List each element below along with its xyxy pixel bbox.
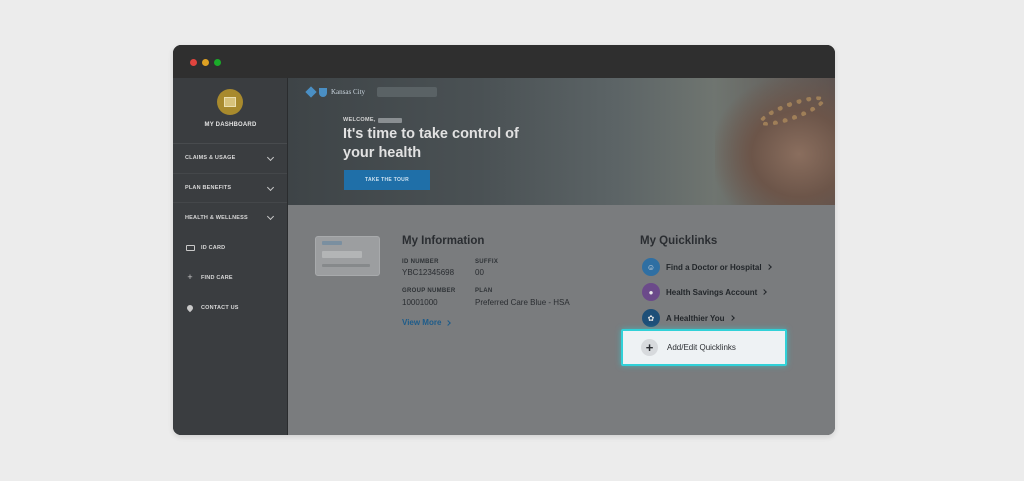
chevron-right-icon: [765, 264, 772, 270]
close-window-button[interactable]: [190, 59, 197, 66]
quicklink-find-doctor[interactable]: ☺ Find a Doctor or Hospital: [642, 258, 772, 276]
sidebar-item-find-care[interactable]: + FIND CARE: [173, 263, 287, 293]
sidebar-item-contact-us[interactable]: CONTACT US: [173, 293, 287, 323]
brand-logo[interactable]: Kansas City: [305, 86, 438, 98]
chevron-down-icon: [266, 183, 275, 191]
my-quicklinks-title: My Quicklinks: [640, 235, 718, 247]
maximize-window-button[interactable]: [214, 59, 221, 66]
plan-label: PLAN: [475, 288, 493, 294]
minimize-window-button[interactable]: [202, 59, 209, 66]
view-more-label: View More: [402, 318, 442, 327]
quicklink-label-wrap: Find a Doctor or Hospital: [666, 262, 772, 272]
sidebar-item-label: ID CARD: [201, 244, 226, 251]
redacted-user-name: [377, 117, 402, 123]
sidebar-item-id-card[interactable]: ID CARD: [173, 233, 287, 263]
member-id-card-thumbnail[interactable]: [315, 236, 380, 276]
lungs-icon: ✿: [642, 309, 660, 327]
my-information-title: My Information: [402, 235, 485, 247]
sidebar-item-plan-benefits[interactable]: PLAN BENEFITS: [173, 174, 287, 203]
sidebar-item-label: FIND CARE: [201, 274, 233, 281]
piggy-bank-icon: ●: [642, 283, 660, 301]
quicklink-label-wrap: A Healthier You: [666, 313, 735, 323]
card-name-field: [322, 251, 362, 258]
chevron-down-icon: [266, 153, 275, 162]
suffix-value: 00: [475, 268, 484, 277]
welcome-text: WELCOME,: [343, 117, 376, 123]
add-edit-quicklinks-button[interactable]: + Add/Edit Quicklinks: [621, 329, 787, 366]
hero-banner: Kansas City WELCOME, It's time to take c…: [288, 78, 835, 205]
quicklink-label: Find a Doctor or Hospital: [666, 262, 762, 272]
suffix-label: SUFFIX: [475, 259, 499, 265]
quicklink-label-wrap: Health Savings Account: [666, 287, 768, 297]
browser-window: MY DASHBOARD CLAIMS & USAGE PLAN BENEFIT…: [173, 45, 835, 435]
dashboard-panel: My Information ID NUMBER YBC12345698 SUF…: [288, 205, 835, 435]
sidebar-item-label: PLAN BENEFITS: [185, 184, 232, 191]
welcome-row: WELCOME,: [343, 117, 402, 123]
cross-logo-icon: [305, 86, 317, 98]
card-detail-line: [322, 264, 370, 267]
main-content: Kansas City WELCOME, It's time to take c…: [288, 78, 835, 435]
chevron-right-icon: [761, 289, 768, 295]
plus-icon: +: [641, 339, 658, 356]
hero-title: It's time to take control of your health: [343, 126, 519, 161]
location-pin-icon: [185, 303, 195, 313]
quicklink-label: Health Savings Account: [666, 287, 758, 297]
sidebar-item-label: CLAIMS & USAGE: [185, 155, 236, 162]
plus-icon: +: [187, 272, 193, 282]
dashboard-label: MY DASHBOARD: [204, 122, 257, 128]
doctor-icon: ☺: [642, 258, 660, 276]
add-edit-quicklinks-label: Add/Edit Quicklinks: [667, 343, 736, 352]
view-more-link[interactable]: View More: [402, 318, 452, 327]
quicklink-label: A Healthier You: [666, 313, 725, 323]
id-number-value: YBC12345698: [402, 268, 455, 277]
quicklink-healthier-you[interactable]: ✿ A Healthier You: [642, 309, 735, 327]
sidebar-item-claims-usage[interactable]: CLAIMS & USAGE: [173, 144, 287, 174]
take-the-tour-button[interactable]: TAKE THE TOUR: [344, 170, 430, 190]
id-card-icon: [185, 243, 195, 253]
chevron-right-icon: [728, 315, 735, 321]
redacted-text: [377, 87, 438, 97]
brand-name: Kansas City: [331, 88, 366, 96]
id-number-label: ID NUMBER: [402, 259, 439, 265]
shield-logo-icon: [319, 87, 327, 97]
quicklink-health-savings[interactable]: ● Health Savings Account: [642, 283, 768, 301]
chevron-down-icon: [266, 212, 275, 221]
sidebar-dashboard[interactable]: MY DASHBOARD: [173, 78, 287, 144]
dashboard-icon: [217, 89, 243, 115]
sidebar-item-label: HEALTH & WELLNESS: [185, 214, 248, 221]
window-titlebar: [173, 45, 835, 78]
chevron-right-icon: [445, 319, 452, 326]
sidebar-item-label: CONTACT US: [201, 304, 239, 311]
plan-value: Preferred Care Blue - HSA: [475, 298, 570, 307]
group-number-value: 10001000: [402, 298, 438, 307]
card-brand-mark: [322, 241, 342, 245]
sidebar: MY DASHBOARD CLAIMS & USAGE PLAN BENEFIT…: [173, 78, 288, 435]
group-number-label: GROUP NUMBER: [402, 288, 456, 294]
sidebar-item-health-wellness[interactable]: HEALTH & WELLNESS: [173, 203, 287, 233]
